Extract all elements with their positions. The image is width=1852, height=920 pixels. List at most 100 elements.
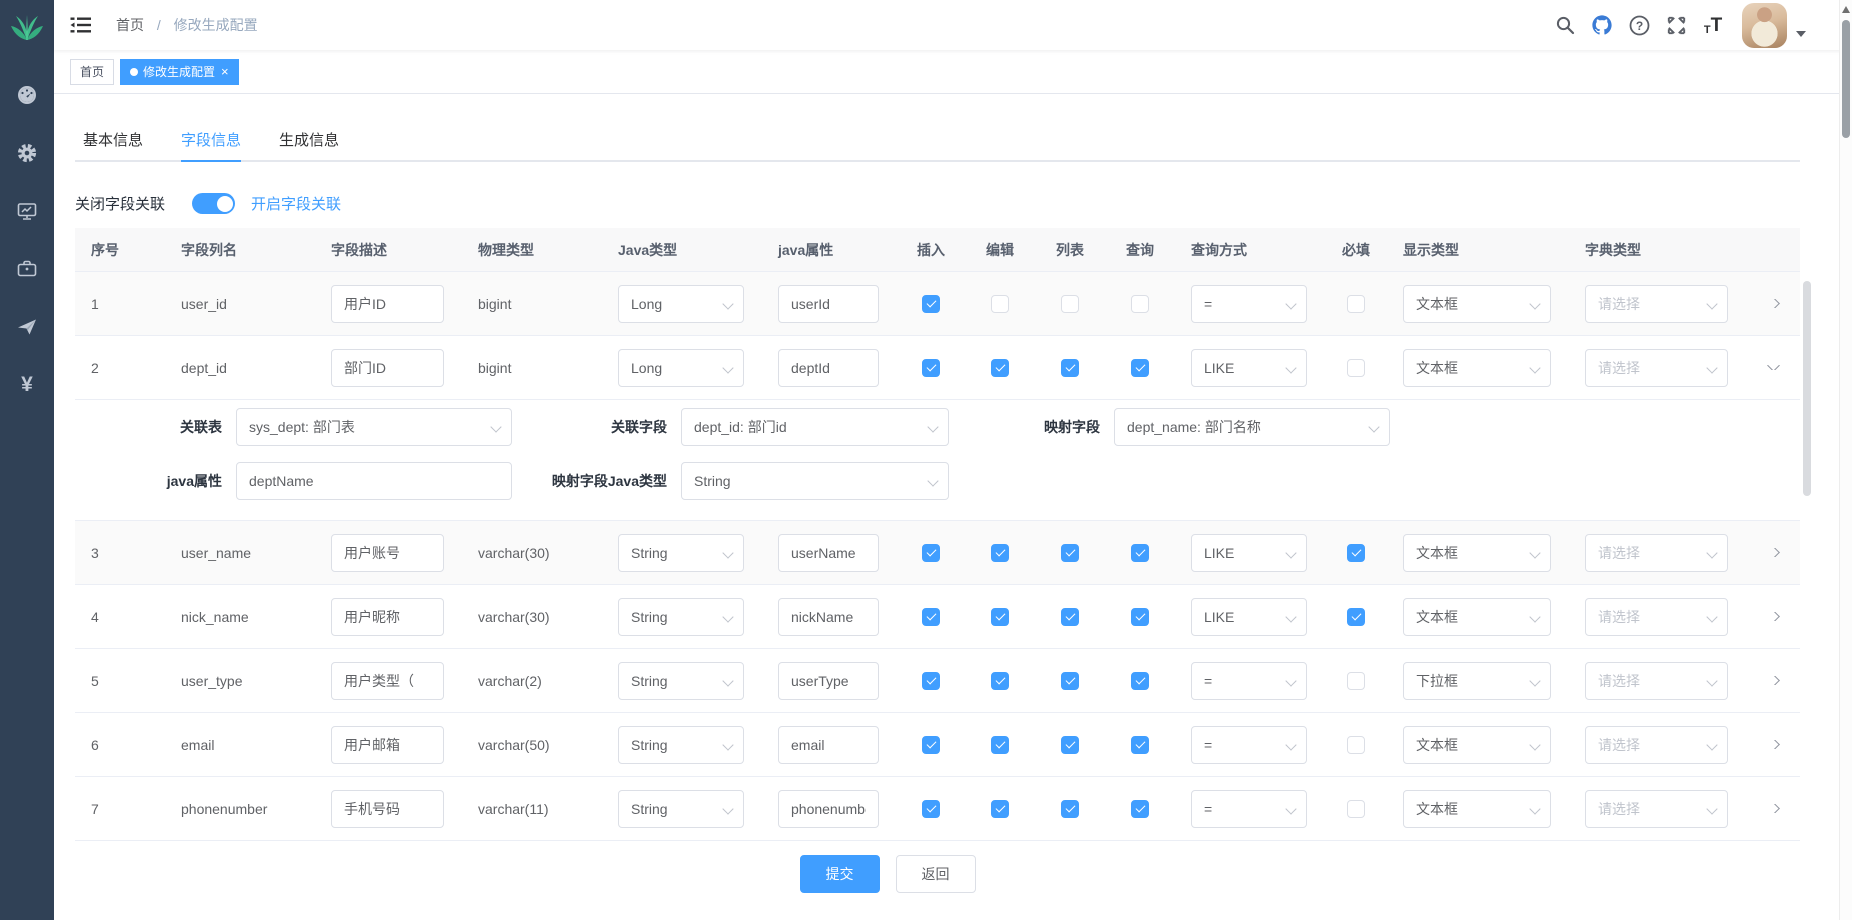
dict-type-select[interactable]: 请选择 [1585, 598, 1728, 636]
dict-type-select[interactable]: 请选择 [1585, 726, 1728, 764]
query-type-select[interactable]: LIKE [1191, 534, 1307, 572]
column-comment-input[interactable] [331, 349, 444, 387]
query-checkbox[interactable] [1131, 295, 1149, 313]
insert-checkbox[interactable] [922, 736, 940, 754]
edit-checkbox[interactable] [991, 608, 1009, 626]
mapping-java-type-select[interactable]: String [681, 462, 949, 500]
dict-type-select[interactable]: 请选择 [1585, 662, 1728, 700]
page-scrollbar[interactable] [1839, 0, 1852, 920]
edit-checkbox[interactable] [991, 800, 1009, 818]
column-comment-input[interactable] [331, 598, 444, 636]
close-icon[interactable]: × [221, 65, 229, 78]
app-logo[interactable] [0, 0, 54, 54]
expand-row-icon[interactable] [1767, 740, 1780, 749]
edit-checkbox[interactable] [991, 359, 1009, 377]
expand-row-icon[interactable] [1767, 299, 1780, 308]
html-type-select[interactable]: 文本框 [1403, 790, 1551, 828]
sidebar-item-system[interactable] [0, 124, 54, 182]
dict-type-select[interactable]: 请选择 [1585, 534, 1728, 572]
search-icon[interactable] [1554, 14, 1576, 36]
java-field-input[interactable] [778, 726, 879, 764]
list-checkbox[interactable] [1061, 295, 1079, 313]
insert-checkbox[interactable] [922, 544, 940, 562]
back-button[interactable]: 返回 [896, 855, 976, 893]
query-checkbox[interactable] [1131, 608, 1149, 626]
query-checkbox[interactable] [1131, 736, 1149, 754]
collapse-row-icon[interactable] [1767, 365, 1780, 370]
java-field-input[interactable] [778, 790, 879, 828]
help-icon[interactable]: ? [1628, 14, 1650, 36]
java-type-select[interactable]: String [618, 534, 744, 572]
html-type-select[interactable]: 文本框 [1403, 598, 1551, 636]
list-checkbox[interactable] [1061, 359, 1079, 377]
mapping-field-select[interactable]: dept_name: 部门名称 [1114, 408, 1390, 446]
expand-row-icon[interactable] [1767, 548, 1780, 557]
column-comment-input[interactable] [331, 285, 444, 323]
tab-gen-info[interactable]: 生成信息 [260, 122, 358, 160]
sidebar-item-tools[interactable] [0, 240, 54, 298]
tag-current[interactable]: 修改生成配置 × [120, 59, 239, 85]
java-type-select[interactable]: Long [618, 285, 744, 323]
insert-checkbox[interactable] [922, 672, 940, 690]
query-type-select[interactable]: LIKE [1191, 349, 1307, 387]
required-checkbox[interactable] [1347, 736, 1365, 754]
insert-checkbox[interactable] [922, 800, 940, 818]
edit-checkbox[interactable] [991, 672, 1009, 690]
column-comment-input[interactable] [331, 662, 444, 700]
java-type-select[interactable]: String [618, 726, 744, 764]
required-checkbox[interactable] [1347, 544, 1365, 562]
insert-checkbox[interactable] [922, 295, 940, 313]
page-scrollbar-thumb[interactable] [1842, 20, 1850, 138]
tab-basic-info[interactable]: 基本信息 [75, 122, 162, 160]
query-type-select[interactable]: = [1191, 790, 1307, 828]
required-checkbox[interactable] [1347, 672, 1365, 690]
tag-home[interactable]: 首页 [70, 59, 114, 85]
html-type-select[interactable]: 文本框 [1403, 726, 1551, 764]
edit-checkbox[interactable] [991, 544, 1009, 562]
insert-checkbox[interactable] [922, 608, 940, 626]
list-checkbox[interactable] [1061, 800, 1079, 818]
query-type-select[interactable]: = [1191, 662, 1307, 700]
java-type-select[interactable]: Long [618, 349, 744, 387]
column-comment-input[interactable] [331, 534, 444, 572]
list-checkbox[interactable] [1061, 736, 1079, 754]
java-type-select[interactable]: String [618, 598, 744, 636]
relation-field-select[interactable]: dept_id: 部门id [681, 408, 949, 446]
query-type-select[interactable]: LIKE [1191, 598, 1307, 636]
column-comment-input[interactable] [331, 726, 444, 764]
column-comment-input[interactable] [331, 790, 444, 828]
query-type-select[interactable]: = [1191, 285, 1307, 323]
expand-row-icon[interactable] [1767, 612, 1780, 621]
scroll-up-icon[interactable] [1842, 6, 1850, 13]
html-type-select[interactable]: 文本框 [1403, 285, 1551, 323]
html-type-select[interactable]: 文本框 [1403, 534, 1551, 572]
user-avatar[interactable] [1742, 3, 1787, 48]
java-type-select[interactable]: String [618, 790, 744, 828]
edit-checkbox[interactable] [991, 295, 1009, 313]
list-checkbox[interactable] [1061, 608, 1079, 626]
fullscreen-icon[interactable] [1665, 14, 1687, 36]
dict-type-select[interactable]: 请选择 [1585, 349, 1728, 387]
dict-type-select[interactable]: 请选择 [1585, 790, 1728, 828]
html-type-select[interactable]: 文本框 [1403, 349, 1551, 387]
java-type-select[interactable]: String [618, 662, 744, 700]
expand-row-icon[interactable] [1767, 804, 1780, 813]
java-field-input[interactable] [778, 598, 879, 636]
breadcrumb-home[interactable]: 首页 [116, 17, 144, 33]
sidebar-item-finance[interactable]: ¥ [0, 356, 54, 414]
tab-field-info[interactable]: 字段信息 [162, 122, 260, 160]
required-checkbox[interactable] [1347, 800, 1365, 818]
java-field-input[interactable] [778, 285, 879, 323]
sidebar-item-monitor[interactable] [0, 182, 54, 240]
required-checkbox[interactable] [1347, 295, 1365, 313]
required-checkbox[interactable] [1347, 608, 1365, 626]
list-checkbox[interactable] [1061, 544, 1079, 562]
sidebar-item-guide[interactable] [0, 298, 54, 356]
relation-table-select[interactable]: sys_dept: 部门表 [236, 408, 512, 446]
sidebar-collapse-button[interactable] [70, 15, 94, 35]
query-checkbox[interactable] [1131, 359, 1149, 377]
relation-toggle-switch[interactable] [192, 193, 235, 214]
query-type-select[interactable]: = [1191, 726, 1307, 764]
edit-checkbox[interactable] [991, 736, 1009, 754]
chevron-down-icon[interactable] [1796, 31, 1806, 37]
